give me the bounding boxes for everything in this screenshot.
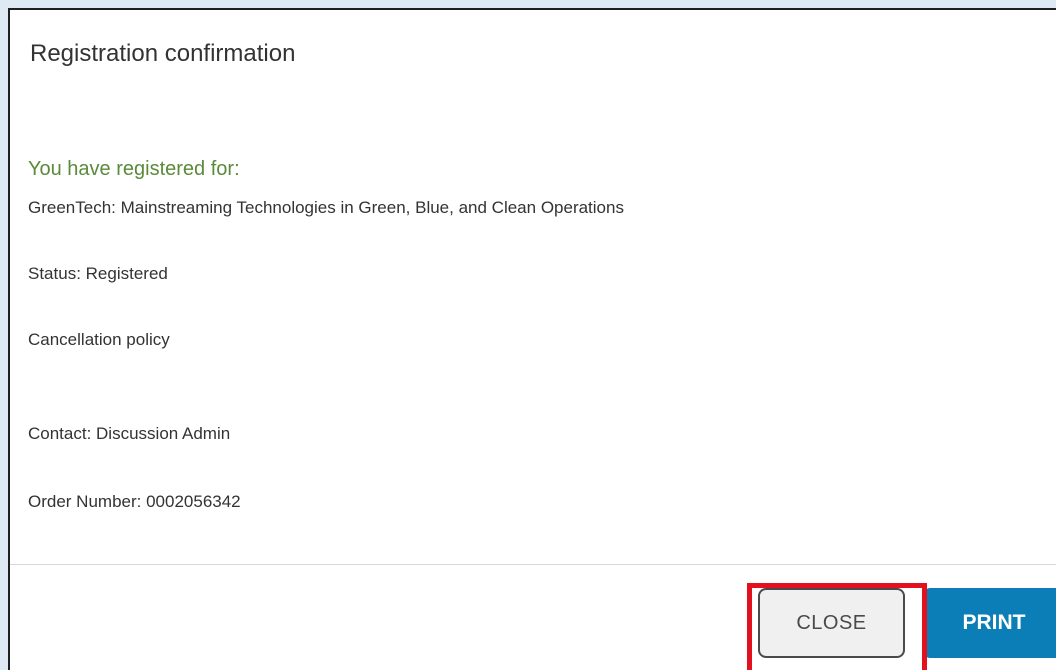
print-button[interactable]: PRINT xyxy=(924,588,1056,658)
registered-heading: You have registered for: xyxy=(28,158,240,180)
dialog-title: Registration confirmation xyxy=(30,40,296,67)
contact-info: Contact: Discussion Admin xyxy=(28,424,231,443)
event-name: GreenTech: Mainstreaming Technologies in… xyxy=(28,198,624,217)
cancellation-policy: Cancellation policy xyxy=(28,330,170,349)
footer-divider xyxy=(10,564,1056,565)
registration-status: Status: Registered xyxy=(28,264,168,283)
close-button[interactable]: CLOSE xyxy=(758,588,905,658)
registration-confirmation-dialog: Registration confirmation You have regis… xyxy=(8,8,1056,670)
order-number: Order Number: 0002056342 xyxy=(28,492,241,511)
